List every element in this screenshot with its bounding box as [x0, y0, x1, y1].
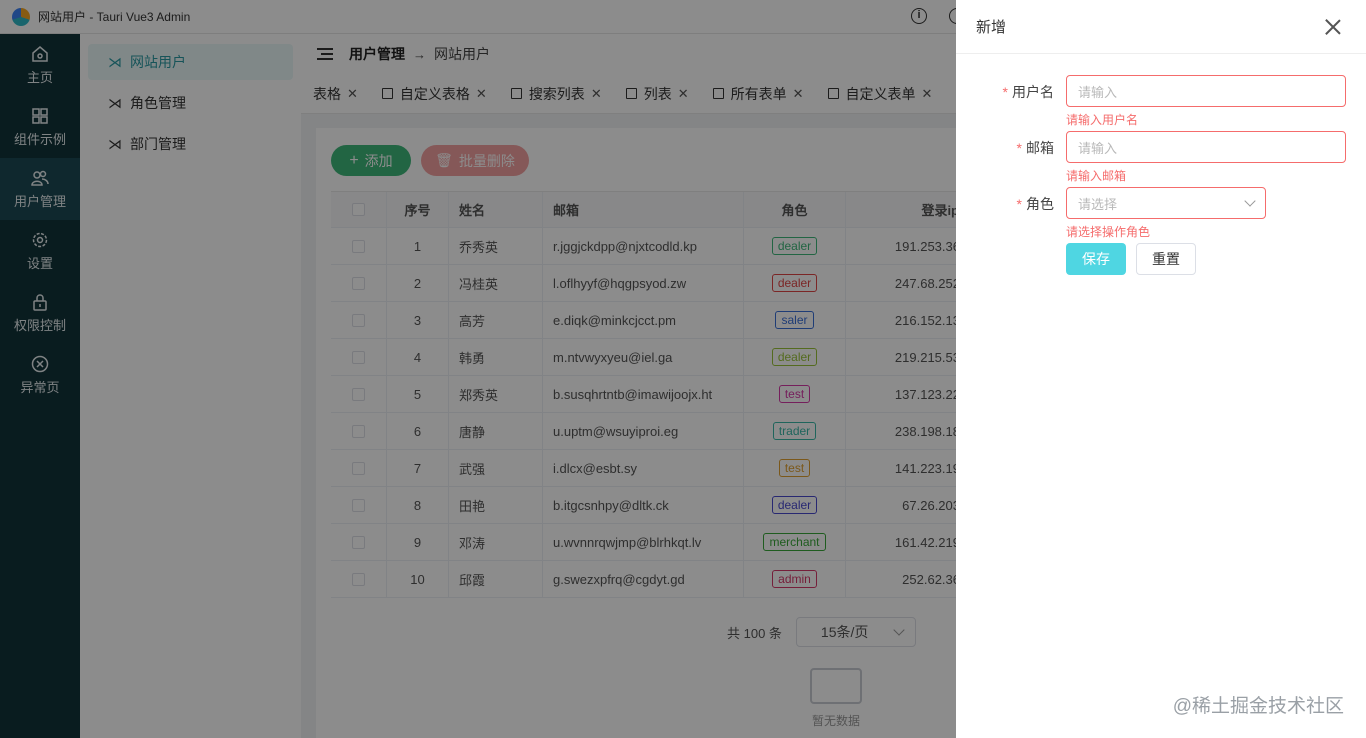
role-error: 请选择操作角色 — [1066, 225, 1151, 239]
role-select-placeholder: 请选择 — [1078, 196, 1118, 212]
save-button[interactable]: 保存 — [1066, 243, 1126, 275]
username-error: 请输入用户名 — [1066, 113, 1139, 127]
watermark: @稀土掘金技术社区 — [1172, 696, 1344, 717]
email-input[interactable]: 请输入 — [1066, 131, 1346, 163]
drawer-overlay[interactable] — [0, 0, 956, 738]
chevron-down-icon — [1244, 195, 1256, 207]
email-error: 请输入邮箱 — [1066, 169, 1127, 183]
username-input[interactable]: 请输入 — [1066, 75, 1346, 107]
username-label: * 用户名 — [1002, 84, 1054, 100]
drawer-title: 新增 — [976, 19, 1007, 36]
drawer-header: 新增 — [956, 0, 1366, 54]
role-label: * 角色 — [1016, 196, 1054, 212]
reset-button[interactable]: 重置 — [1136, 243, 1196, 275]
close-icon[interactable] — [1324, 18, 1342, 36]
add-user-drawer: 新增 * 用户名 请输入 请输入用户名 * 邮箱 请输入 请输入邮箱 * 角色 请选择… — [956, 0, 1366, 738]
role-select[interactable]: 请选择 — [1066, 187, 1266, 219]
email-label: * 邮箱 — [1016, 140, 1054, 156]
